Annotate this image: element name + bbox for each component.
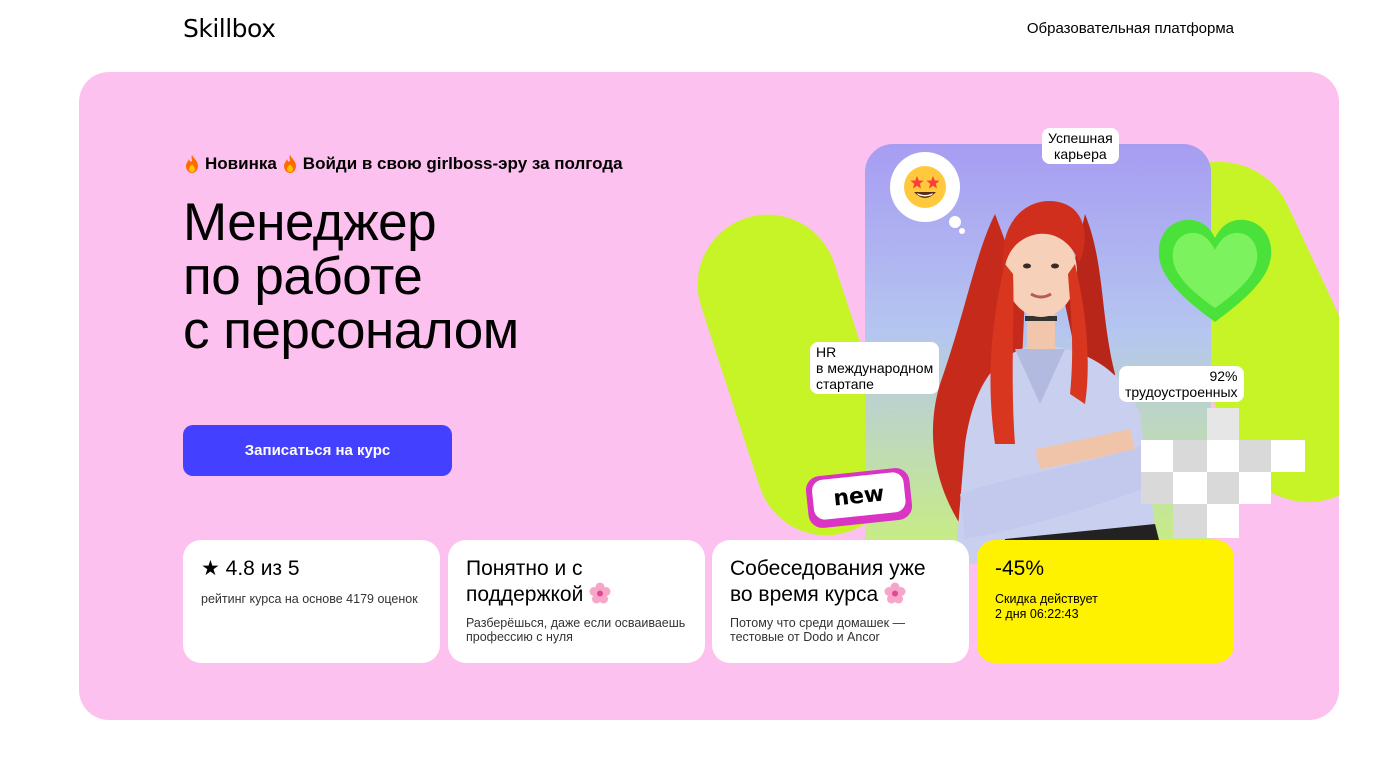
promo-new-label: Новинка — [205, 154, 277, 173]
hr-sticker: HR в международном стартапе — [810, 342, 940, 394]
discount-timer: 2 дня 06:22:43 — [995, 607, 1079, 621]
course-title-line: Менеджер — [183, 193, 437, 252]
support-card: Понятно и с поддержкой Разберёшься, даже… — [448, 540, 705, 663]
skillbox-logo[interactable]: Skillbox — [183, 14, 276, 43]
sticker-text: стартапе — [816, 376, 874, 392]
rating-description: рейтинг курса на основе 4179 оценок — [201, 592, 418, 606]
course-title-line: с персоналом — [183, 301, 519, 360]
interviews-description: Потому что среди домашек — тестовые от D… — [730, 616, 906, 644]
new-label: new — [810, 471, 907, 521]
emoji-bubble — [890, 152, 960, 222]
feature-cards: ★ 4.8 из 5 рейтинг курса на основе 4179 … — [183, 540, 1235, 664]
rating-card: ★ 4.8 из 5 рейтинг курса на основе 4179 … — [183, 540, 440, 663]
interviews-title-line: во время курса — [730, 582, 951, 608]
rating-value: ★ 4.8 из 5 — [201, 557, 300, 580]
checkerboard-decoration — [1141, 408, 1305, 538]
support-title-line: поддержкой — [466, 582, 687, 608]
new-sticker: new — [804, 466, 914, 530]
sticker-text: трудоустроенных — [1125, 384, 1238, 400]
interviews-title: Собеседования уже во время курса — [730, 556, 951, 608]
discount-card[interactable]: -45% Скидка действует 2 дня 06:22:43 — [977, 540, 1234, 663]
course-title-line: по работе — [183, 247, 423, 306]
sticker-text: HR — [816, 344, 837, 360]
career-sticker: Успешная карьера — [1042, 128, 1119, 164]
discount-value: -45% — [995, 557, 1045, 580]
interviews-title-line: Собеседования уже — [730, 557, 926, 580]
support-description: Разберёшься, даже если осваиваешь профес… — [466, 616, 686, 644]
sticker-text: в международном — [816, 360, 934, 376]
fire-icon — [283, 155, 296, 173]
support-title-line: Понятно и с — [466, 557, 583, 580]
emoji-bubble-tail — [959, 228, 965, 234]
fire-icon — [186, 155, 198, 173]
heart-icon — [1158, 219, 1272, 322]
interviews-title-text: во время курса — [730, 583, 879, 606]
sticker-text: карьера — [1053, 146, 1107, 162]
platform-link[interactable]: Образовательная платформа — [1027, 20, 1234, 37]
flower-icon — [884, 582, 906, 604]
emoji-bubble-tail — [949, 216, 961, 228]
site-header: Skillbox Образовательная платформа — [0, 0, 1394, 60]
employment-sticker: 92% трудоустроенных — [1119, 366, 1244, 402]
promo-line: Новинка Войди в свою girlboss-эру за пол… — [183, 154, 623, 174]
sticker-text: Успешная — [1048, 130, 1113, 146]
hero-visual: Успешная карьера HR в международном стар… — [679, 112, 1339, 564]
sticker-text: 92% — [1209, 368, 1238, 384]
star-eyes-icon — [904, 166, 946, 208]
support-title: Понятно и с поддержкой — [466, 556, 687, 608]
hero-banner: Новинка Войди в свою girlboss-эру за пол… — [79, 72, 1339, 720]
interviews-card: Собеседования уже во время курса Потому … — [712, 540, 969, 663]
promo-text: Войди в свою girlboss-эру за полгода — [302, 154, 623, 173]
course-title: Менеджер по работе с персоналом — [183, 196, 703, 358]
support-title-text: поддержкой — [466, 583, 584, 606]
discount-label: Скидка действует — [995, 592, 1098, 606]
enroll-button[interactable]: Записаться на курс — [183, 425, 452, 476]
flower-icon — [589, 582, 611, 604]
